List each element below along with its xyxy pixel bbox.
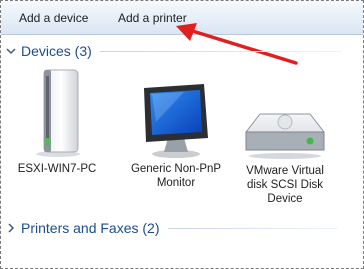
- collapse-chevron-icon[interactable]: [6, 46, 16, 56]
- device-name: ESXI-WIN7-PC: [17, 163, 97, 175]
- add-device-button[interactable]: Add a device: [19, 9, 88, 27]
- device-item[interactable]: ESXI-WIN7-PC: [2, 68, 112, 176]
- device-item[interactable]: VMware Virtual disk SCSI Disk Device: [230, 108, 340, 206]
- printers-group-header[interactable]: Printers and Faxes (2): [6, 218, 338, 238]
- device-item[interactable]: Generic Non-PnP Monitor: [121, 82, 231, 190]
- add-printer-button[interactable]: Add a printer: [118, 9, 187, 27]
- monitor-icon: [144, 84, 208, 158]
- printers-group-label: Printers and Faxes (2): [21, 220, 160, 236]
- command-toolbar: Add a device Add a printer: [1, 1, 363, 35]
- hard-disk-icon: [245, 113, 325, 159]
- computer-tower-icon: [36, 69, 80, 157]
- expand-chevron-icon[interactable]: [6, 223, 16, 233]
- devices-group-label: Devices (3): [21, 43, 92, 59]
- devices-group-header[interactable]: Devices (3): [6, 41, 342, 61]
- group-divider: [99, 50, 342, 52]
- group-divider: [167, 227, 338, 229]
- device-name: Generic Non-PnP Monitor: [130, 163, 222, 189]
- device-name: VMware Virtual disk SCSI Disk Device: [246, 165, 324, 205]
